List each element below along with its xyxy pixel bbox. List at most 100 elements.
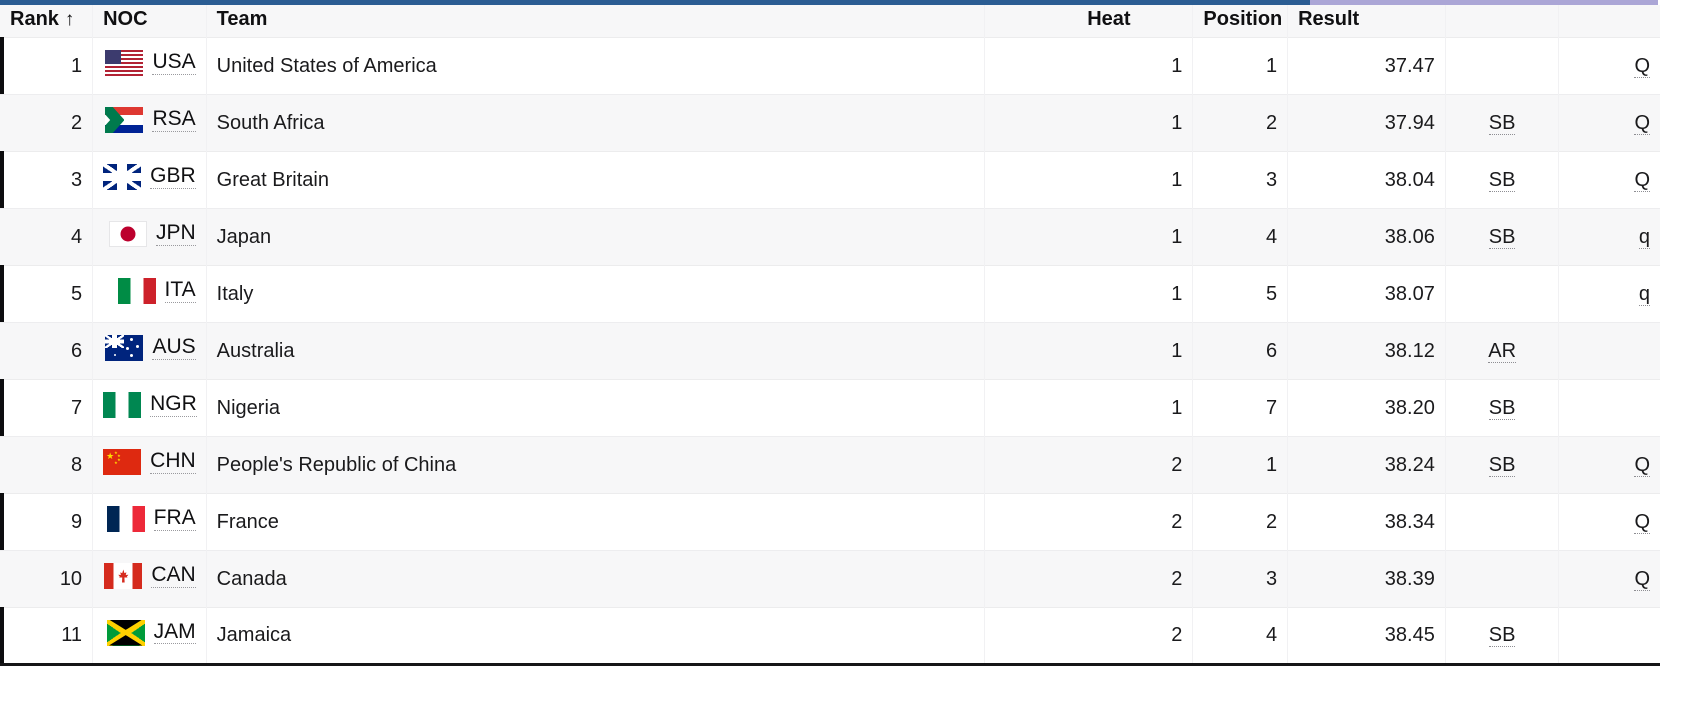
cell-noc: JAM — [92, 607, 207, 666]
record-badge[interactable]: SB — [1488, 454, 1516, 477]
column-header-position[interactable]: Position — [1192, 5, 1288, 38]
table-row[interactable]: 7 NGR Nigeria 1 7 38.20 SB — [0, 379, 1660, 437]
column-header-noc[interactable]: NOC — [92, 5, 207, 38]
sort-ascending-icon[interactable]: ↑ — [65, 9, 75, 31]
table-row[interactable]: 5 ITA Italy 1 5 38.07 q — [0, 265, 1660, 323]
cell-result: 37.94 — [1287, 94, 1446, 152]
cell-heat: 1 — [1077, 37, 1193, 95]
cell-position: 6 — [1192, 322, 1288, 380]
qualification-badge[interactable]: q — [1638, 283, 1650, 306]
results-table-page: Rank ↑ NOC Team Heat Position Result 1 USA… — [0, 0, 1691, 704]
cell-position: 2 — [1192, 94, 1288, 152]
cell-heat: 1 — [1077, 208, 1193, 266]
cell-result: 38.04 — [1287, 151, 1446, 209]
jpn-flag — [108, 221, 147, 247]
cell-qualification: q — [1558, 265, 1660, 323]
qualification-badge[interactable]: Q — [1634, 169, 1650, 192]
cell-noc: USA — [92, 37, 207, 95]
qualification-badge[interactable]: Q — [1634, 55, 1650, 78]
column-header-heat[interactable]: Heat — [1077, 5, 1193, 38]
record-badge[interactable]: SB — [1488, 169, 1516, 192]
cell-noc: ★ ★ ★ ★ ★ CHN — [92, 436, 207, 494]
cell-qualification: Q — [1558, 151, 1660, 209]
column-header-result[interactable]: Result — [1287, 5, 1446, 38]
cell-record — [1444, 493, 1559, 551]
table-row[interactable]: 9 FRA France 2 2 38.34 Q — [0, 493, 1660, 551]
cell-record: SB — [1444, 379, 1559, 437]
noc-code[interactable]: CHN — [150, 450, 196, 474]
column-header-spacer — [984, 5, 1078, 38]
table-row[interactable]: 11 JAM Jamaica 2 4 38.45 SB — [0, 607, 1660, 666]
noc-code[interactable]: GBR — [150, 165, 196, 189]
column-header-team[interactable]: Team — [205, 5, 985, 38]
column-header-rank[interactable]: Rank ↑ — [0, 5, 93, 38]
cell-result: 38.20 — [1287, 379, 1446, 437]
noc-code[interactable]: USA — [152, 51, 196, 75]
qualification-badge[interactable]: Q — [1634, 568, 1650, 591]
cell-heat: 2 — [1077, 436, 1193, 494]
cell-noc: JPN — [92, 208, 207, 266]
noc-code[interactable]: AUS — [152, 336, 196, 360]
cell-spacer — [984, 550, 1078, 608]
cell-team: France — [205, 493, 985, 551]
cell-team: Canada — [205, 550, 985, 608]
cell-rank: 7 — [0, 379, 93, 437]
cell-spacer — [984, 94, 1078, 152]
table-row[interactable]: 3 GBR Great Britain 1 3 38.04 SB Q — [0, 151, 1660, 209]
header-row: Rank ↑ NOC Team Heat Position Result — [0, 5, 1660, 38]
cell-position: 7 — [1192, 379, 1288, 437]
qualification-badge[interactable]: Q — [1634, 454, 1650, 477]
cell-team: Great Britain — [205, 151, 985, 209]
noc-code[interactable]: ITA — [164, 279, 196, 303]
cell-rank: 6 — [0, 322, 93, 380]
table-row[interactable]: 2 RSA South Africa 1 2 37.94 SB Q — [0, 94, 1660, 152]
cell-position: 2 — [1192, 493, 1288, 551]
cell-noc: FRA — [92, 493, 207, 551]
qualification-badge[interactable]: Q — [1634, 112, 1650, 135]
table-row[interactable]: 8 ★ ★ ★ ★ ★ CHN People's Republic of China 2 1 38.… — [0, 436, 1660, 494]
cell-heat: 2 — [1077, 607, 1193, 666]
cell-qualification: Q — [1558, 493, 1660, 551]
cell-heat: 1 — [1077, 265, 1193, 323]
table-row[interactable]: 4 JPN Japan 1 4 38.06 SB q — [0, 208, 1660, 266]
cell-heat: 1 — [1077, 322, 1193, 380]
cell-qualification: q — [1558, 208, 1660, 266]
cell-heat: 2 — [1077, 550, 1193, 608]
noc-code[interactable]: JPN — [155, 222, 196, 246]
cell-team: South Africa — [205, 94, 985, 152]
jam-flag — [106, 619, 145, 646]
noc-code[interactable]: JAM — [153, 620, 196, 645]
record-badge[interactable]: AR — [1488, 340, 1517, 363]
cell-record — [1444, 265, 1559, 323]
record-badge[interactable]: SB — [1488, 625, 1516, 647]
record-badge[interactable]: SB — [1488, 226, 1516, 249]
cell-qualification: Q — [1558, 94, 1660, 152]
qualification-badge[interactable]: Q — [1634, 511, 1650, 534]
record-badge[interactable]: SB — [1488, 112, 1516, 135]
cell-noc: AUS — [92, 322, 207, 380]
noc-code[interactable]: FRA — [153, 507, 196, 531]
qualification-badge[interactable]: q — [1638, 226, 1650, 249]
noc-code[interactable]: CAN — [151, 564, 196, 588]
table-row[interactable]: 10 CAN Canada 2 3 38.39 Q — [0, 550, 1660, 608]
accent-bar-tail — [1658, 0, 1691, 5]
cell-noc: GBR — [92, 151, 207, 209]
cell-rank: 8 — [0, 436, 93, 494]
cell-spacer — [984, 379, 1078, 437]
table-row[interactable]: 1 USA United States of America 1 1 37.47 Q — [0, 37, 1660, 95]
fra-flag — [106, 506, 145, 532]
table-row[interactable]: 6 AUS Australia 1 6 38.12 AR — [0, 322, 1660, 380]
ngr-flag — [103, 392, 142, 418]
noc-code[interactable]: NGR — [150, 393, 197, 417]
cell-noc: NGR — [92, 379, 207, 437]
cell-qualification: Q — [1558, 550, 1660, 608]
cell-rank: 4 — [0, 208, 93, 266]
record-badge[interactable]: SB — [1488, 397, 1516, 420]
noc-code[interactable]: RSA — [152, 108, 196, 132]
table-body: 1 USA United States of America 1 1 37.47 Q 2 RSA… — [0, 37, 1660, 666]
cell-spacer — [984, 493, 1078, 551]
cell-result: 37.47 — [1287, 37, 1446, 95]
cell-record: SB — [1444, 151, 1559, 209]
cell-qualification — [1558, 607, 1660, 666]
cell-qualification: Q — [1558, 436, 1660, 494]
